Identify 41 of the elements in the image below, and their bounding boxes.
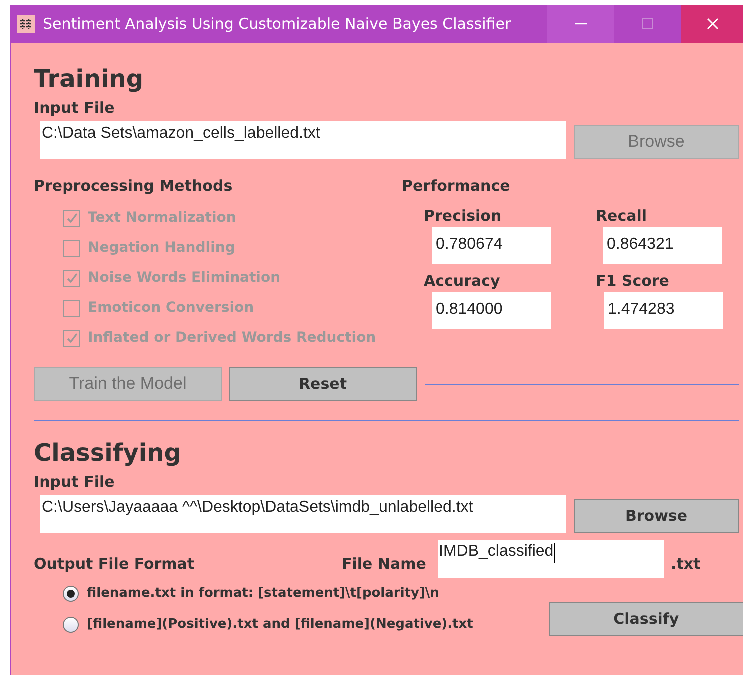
field-label: Output File Format — [34, 555, 196, 573]
maximize-icon — [642, 18, 654, 30]
field-label: Input File — [34, 99, 116, 117]
group-heading: Performance — [402, 177, 512, 195]
file-path-field[interactable]: C:\Users\Jayaaaaa ^^\Desktop\DataSets\imdb_unlabelled.txt — [40, 495, 566, 533]
section-heading: Training — [34, 65, 145, 95]
metric-field: 0.864321 — [603, 227, 722, 264]
browse-button[interactable]: Browse — [574, 499, 739, 533]
metric-label: Accuracy — [424, 272, 502, 290]
field-label: File Name — [342, 555, 428, 573]
section-heading: Classifying — [34, 439, 182, 469]
radio-label: [filename](Positive).txt and [filename](Negative).txt — [87, 617, 474, 632]
check-icon — [66, 272, 78, 284]
radio-label: filename.txt in format: [statement]\t[polarity]\n — [87, 586, 440, 601]
checkbox-label: Emoticon Conversion — [88, 300, 254, 316]
check-icon — [66, 212, 78, 224]
metric-field: 1.474283 — [604, 292, 723, 329]
radio-button[interactable] — [63, 616, 79, 632]
checkbox-label: Negation Handling — [88, 240, 236, 256]
field-label: Input File — [34, 473, 116, 491]
checkbox-label: Noise Words Elimination — [88, 270, 281, 286]
window-title: Sentiment Analysis Using Customizable Naive Bayes Classifier — [43, 15, 512, 33]
close-icon — [706, 18, 718, 30]
app-icon — [17, 15, 35, 33]
radio-button[interactable] — [63, 586, 79, 602]
file-name-field[interactable]: IMDB_classified — [438, 540, 664, 578]
minimize-button[interactable] — [547, 5, 614, 43]
checkbox-label: Text Normalization — [88, 210, 236, 226]
metric-label: Recall — [596, 207, 648, 225]
metric-label: Precision — [424, 207, 503, 225]
metric-label: F1 Score — [596, 272, 670, 290]
file-path-field[interactable]: C:\Data Sets\amazon_cells_labelled.txt — [40, 121, 566, 159]
reset-button[interactable]: Reset — [229, 367, 417, 401]
group-heading: Preprocessing Methods — [34, 177, 234, 195]
metric-field: 0.780674 — [432, 227, 551, 264]
metric-field: 0.814000 — [432, 292, 551, 329]
classify-button[interactable]: Classify — [548, 602, 743, 636]
checkbox-label: Inflated or Derived Words Reduction — [88, 330, 376, 346]
file-extension: .txt — [671, 555, 701, 573]
check-icon — [66, 332, 78, 344]
close-button[interactable] — [681, 5, 743, 43]
